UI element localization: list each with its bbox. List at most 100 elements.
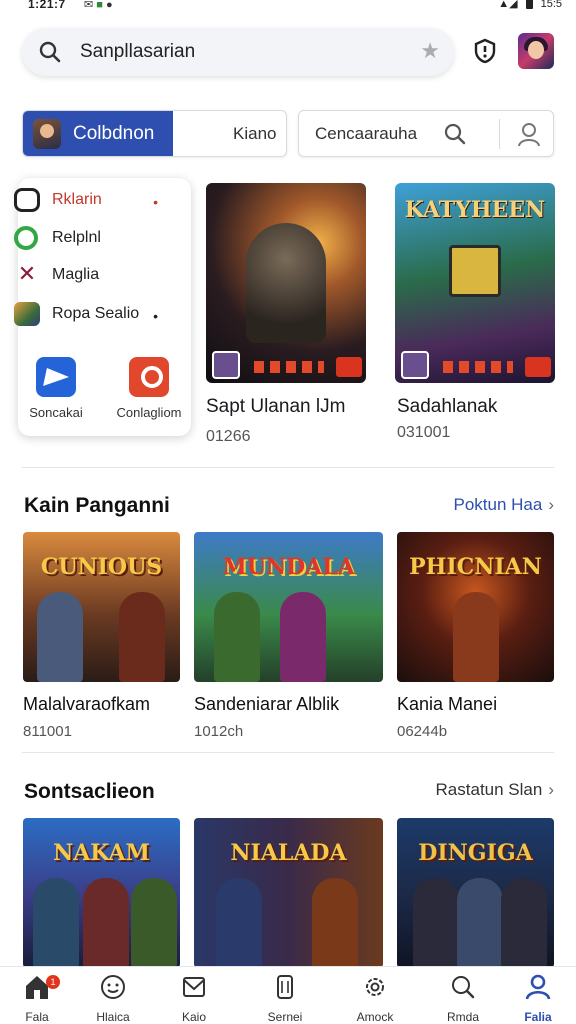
bottom-nav: 1 Fala Hlaica Kaio Sernei Amock Rmda Fal… xyxy=(0,966,576,1024)
art-title: MUNDALA xyxy=(222,554,355,580)
tab-active-label: Colbdnon xyxy=(73,123,155,144)
featured-title[interactable]: Sapt Ulanan lJm xyxy=(206,396,345,418)
more-dot-icon: • xyxy=(153,308,158,324)
status-notification-icons: ✉ ■ ● xyxy=(84,0,113,11)
status-right: ▲◢ 15:5 xyxy=(498,0,562,10)
game-art: DINGIGA xyxy=(397,818,554,968)
divider xyxy=(499,119,500,149)
section-title: Kain Panganni xyxy=(24,494,170,517)
featured-game-art[interactable]: KATYHEEN xyxy=(395,183,555,383)
game-card[interactable]: CUNIOUS Malalvaraofkam 811001 xyxy=(23,532,180,740)
nav-label: Falia xyxy=(524,1010,552,1024)
nav-item[interactable]: Sernei xyxy=(250,973,320,1024)
divider xyxy=(22,752,554,753)
chevron-right-icon: › xyxy=(548,495,554,514)
user-icon[interactable] xyxy=(517,121,541,147)
quick-menu-item[interactable]: Rklarin • xyxy=(14,186,166,214)
featured-sub: 01266 xyxy=(206,428,251,445)
nav-label: Rmda xyxy=(446,1010,479,1024)
featured-sub: 031001 xyxy=(397,424,451,441)
search-icon xyxy=(39,41,61,63)
game-card[interactable]: DINGIGA xyxy=(397,818,554,968)
game-thumb-icon xyxy=(14,302,40,326)
art-title: KATYHEEN xyxy=(404,197,546,223)
nav-label: Amock xyxy=(356,1010,394,1024)
nav-profile[interactable]: Falia xyxy=(503,973,573,1024)
nav-label: Fala xyxy=(25,1010,49,1024)
quick-menu-label: Ropa Sealio xyxy=(52,305,140,322)
send-icon xyxy=(36,357,76,397)
quick-menu-label: Maglia xyxy=(52,266,100,283)
game-card[interactable]: MUNDALA Sandeniarar Alblik 1012ch xyxy=(194,532,383,740)
ring-icon xyxy=(14,226,38,250)
filter-box: Cencaarauha xyxy=(298,110,554,157)
search-text[interactable]: Sanpllasarian xyxy=(80,41,195,63)
notification-badge: 1 xyxy=(46,975,60,989)
quick-menu-item[interactable]: ✕ Maglia xyxy=(14,261,166,289)
nav-item[interactable]: Hlaica xyxy=(78,973,148,1024)
art-title: PHICNIAN xyxy=(409,554,542,580)
quick-menu-label: Rklarin xyxy=(52,191,102,208)
nav-item[interactable]: Kaio xyxy=(159,973,229,1024)
game-name: Sandeniarar Alblik xyxy=(194,694,340,714)
gear-icon xyxy=(366,978,384,996)
quick-menu-label: Relplnl xyxy=(52,229,101,246)
smiley-icon xyxy=(101,975,125,999)
filter-label[interactable]: Cencaarauha xyxy=(315,124,417,144)
section-link-label: Rastatun Slan xyxy=(435,780,543,799)
nav-item[interactable]: Amock xyxy=(340,973,410,1024)
nav-item[interactable]: Rmda xyxy=(428,973,498,1024)
star-icon[interactable]: ★ xyxy=(420,38,440,64)
profile-icon xyxy=(525,974,551,1000)
game-name: Malalvaraofkam xyxy=(23,694,151,714)
game-card[interactable]: NIALADA xyxy=(194,818,383,968)
quick-action-search[interactable]: Conlagliom xyxy=(108,357,190,420)
tab-avatar-icon xyxy=(33,119,61,149)
game-sub: 1012ch xyxy=(194,723,244,740)
section-see-all-link[interactable]: Poktun Haa › xyxy=(453,495,554,515)
search-bar[interactable]: Sanpllasarian ★ xyxy=(22,28,454,76)
featured-title[interactable]: Sadahlanak xyxy=(397,396,497,418)
game-name: Kania Manei xyxy=(397,694,498,714)
nav-label: Kaio xyxy=(181,1010,207,1024)
section-title: Sontsaclieon xyxy=(24,780,155,803)
mail-icon xyxy=(183,977,205,997)
game-card[interactable]: NAKAM xyxy=(23,818,180,968)
game-sub: 811001 xyxy=(23,723,72,740)
game-art: MUNDALA xyxy=(194,532,383,682)
game-art: NIALADA xyxy=(194,818,383,968)
chevron-right-icon: › xyxy=(548,780,554,799)
tab-active[interactable]: Colbdnon xyxy=(23,111,173,156)
nav-home[interactable]: 1 Fala xyxy=(2,973,72,1024)
phone-icon xyxy=(277,975,293,999)
user-avatar[interactable] xyxy=(518,33,554,69)
quick-action-send[interactable]: Soncakai xyxy=(26,357,86,420)
nav-label: Hlaica xyxy=(96,1010,130,1024)
game-sub: 06244b xyxy=(397,723,448,740)
art-title: CUNIOUS xyxy=(40,554,163,580)
art-title: DINGIGA xyxy=(418,840,533,866)
status-bar: 1:21:7 ✉ ■ ● ▲◢ 15:5 xyxy=(0,0,576,16)
tab-other[interactable]: Kiano xyxy=(233,124,276,144)
quick-action-label: Soncakai xyxy=(29,405,83,420)
quick-menu-item[interactable]: Relplnl xyxy=(14,224,166,252)
art-title: NIALADA xyxy=(230,840,347,866)
featured-game-art[interactable] xyxy=(206,183,366,383)
magnifier-icon xyxy=(129,357,169,397)
game-card[interactable]: PHICNIAN Kania Manei 06244b xyxy=(397,532,554,740)
status-right-text: 15:5 xyxy=(540,0,562,10)
game-art: PHICNIAN xyxy=(397,532,554,682)
vr-headset-icon xyxy=(14,188,40,212)
crossed-swords-icon: ✕ xyxy=(17,261,37,286)
nav-label: Sernei xyxy=(267,1010,303,1024)
search-icon[interactable] xyxy=(443,122,467,146)
game-art: NAKAM xyxy=(23,818,180,968)
section-link-label: Poktun Haa xyxy=(453,495,543,514)
art-title: NAKAM xyxy=(53,840,150,866)
category-switch: Colbdnon Kiano xyxy=(22,110,287,157)
shield-alert-icon[interactable] xyxy=(472,38,498,64)
section-see-all-link[interactable]: Rastatun Slan › xyxy=(436,780,554,800)
quick-menu-item[interactable]: Ropa Sealio • xyxy=(14,300,166,328)
game-art: CUNIOUS xyxy=(23,532,180,682)
quick-action-label: Conlagliom xyxy=(116,405,182,420)
